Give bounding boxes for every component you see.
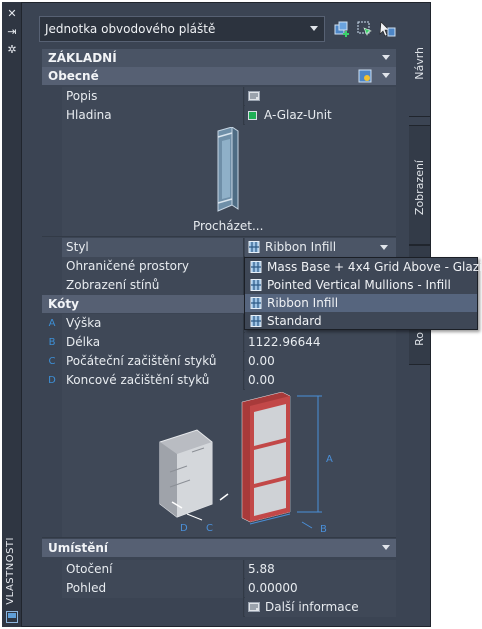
curtain-style-icon xyxy=(250,279,262,291)
property-value[interactable]: 5.88 xyxy=(245,560,396,579)
info-sheet-icon xyxy=(248,602,260,612)
property-label: Styl xyxy=(62,238,244,257)
diagram-label-b: B xyxy=(320,524,327,535)
property-label: Koncové začištění styků xyxy=(62,371,244,390)
property-label: Hladina xyxy=(62,106,244,125)
layer-color-swatch xyxy=(248,111,257,120)
property-label xyxy=(62,598,244,617)
settings-icon[interactable]: ✲ xyxy=(2,44,22,56)
style-preview: Procházet... xyxy=(42,125,396,237)
chevron-down-icon xyxy=(380,245,388,250)
collapse-icon xyxy=(382,55,390,60)
collapse-icon xyxy=(382,545,390,550)
property-label: Délka xyxy=(62,333,244,352)
curtain-style-icon xyxy=(248,241,260,253)
add-selection-icon[interactable] xyxy=(333,20,351,38)
dimension-key: B xyxy=(42,333,62,352)
property-row-description[interactable]: Popis xyxy=(42,87,396,106)
property-label: Otočení xyxy=(62,560,244,579)
property-row-elevation[interactable]: Pohled 0.00000 xyxy=(42,579,396,598)
style-select[interactable]: Ribbon Infill xyxy=(245,238,396,257)
property-value[interactable] xyxy=(245,87,396,106)
property-row-end-joint[interactable]: D Koncové začištění styků 0.00 xyxy=(42,371,396,390)
property-label: Ohraničené prostory xyxy=(62,257,244,276)
diagram-label-d: D xyxy=(180,523,188,534)
dimension-key: A xyxy=(42,314,62,333)
property-label: Zobrazení stínů xyxy=(62,276,244,295)
property-row-style[interactable]: Styl Ribbon Infill xyxy=(42,238,396,257)
property-row-start-joint[interactable]: C Počáteční začištění styků 0.00 xyxy=(42,352,396,371)
curtain-style-icon xyxy=(250,315,262,327)
auto-hide-icon[interactable]: ⇥ xyxy=(2,26,22,38)
curtain-style-icon xyxy=(250,261,262,273)
property-label: Výška xyxy=(62,314,244,333)
section-location[interactable]: Umístění xyxy=(42,539,396,557)
tab-navrh[interactable]: Návrh xyxy=(409,2,431,117)
palette-title-strip: ✕ ⇥ ✲ VLASTNOSTI xyxy=(2,2,22,627)
property-value[interactable]: 0.00000 xyxy=(245,579,396,598)
property-value[interactable]: A-Glaz-Unit xyxy=(245,106,396,125)
property-row-more-info[interactable]: Další informace xyxy=(42,598,396,617)
palette-menu-icon[interactable] xyxy=(6,611,18,623)
select-objects-icon[interactable] xyxy=(378,20,396,38)
style-option[interactable]: Mass Base + 4x4 Grid Above - Glazing xyxy=(245,258,482,276)
selection-toolbar: Jednotka obvodového pláště xyxy=(39,16,397,42)
dimension-key: D xyxy=(42,371,62,390)
property-label: Počáteční začištění styků xyxy=(62,352,244,371)
chevron-down-icon xyxy=(310,26,318,31)
style-option[interactable]: Standard xyxy=(245,312,477,330)
section-general[interactable]: Obecné xyxy=(42,67,396,85)
style-option-selected[interactable]: Ribbon Infill xyxy=(245,294,477,312)
style-option[interactable]: Pointed Vertical Mullions - Infill xyxy=(245,276,477,294)
quick-select-icon[interactable] xyxy=(356,20,374,38)
object-type-value: Jednotka obvodového pláště xyxy=(45,22,216,36)
style-dropdown-list: Mass Base + 4x4 Grid Above - Glazing Poi… xyxy=(244,257,482,330)
dimension-key: C xyxy=(42,352,62,371)
more-info-button[interactable]: Další informace xyxy=(245,598,396,617)
collapse-icon xyxy=(382,73,390,78)
property-row-length[interactable]: B Délka 1122.96644 xyxy=(42,333,396,352)
property-label: Pohled xyxy=(62,579,244,598)
property-row-layer[interactable]: Hladina A-Glaz-Unit xyxy=(42,106,396,125)
property-value[interactable]: 1122.96644 xyxy=(245,333,396,352)
diagram-label-c: C xyxy=(206,523,213,534)
edit-text-icon[interactable] xyxy=(248,90,260,102)
curtain-unit-dimension-diagram: D C A B xyxy=(159,392,333,535)
diagram-label-a: A xyxy=(326,454,333,465)
curtain-unit-thumbnail xyxy=(217,127,239,212)
section-basic[interactable]: ZÁKLADNÍ xyxy=(42,49,396,67)
close-icon[interactable]: ✕ xyxy=(2,8,22,20)
property-label: Popis xyxy=(62,87,244,106)
property-value[interactable]: 0.00 xyxy=(245,352,396,371)
dimension-diagram: D C A B xyxy=(42,390,396,538)
palette-title: VLASTNOSTI xyxy=(5,537,16,605)
curtain-style-icon xyxy=(250,297,262,309)
property-row-rotation[interactable]: Otočení 5.88 xyxy=(42,560,396,579)
tab-zobrazeni[interactable]: Zobrazení xyxy=(409,125,431,245)
browse-button[interactable]: Procházet... xyxy=(193,219,263,233)
quick-properties-icon[interactable] xyxy=(358,69,372,83)
object-type-select[interactable]: Jednotka obvodového pláště xyxy=(39,16,325,42)
property-value[interactable]: 0.00 xyxy=(245,371,396,390)
